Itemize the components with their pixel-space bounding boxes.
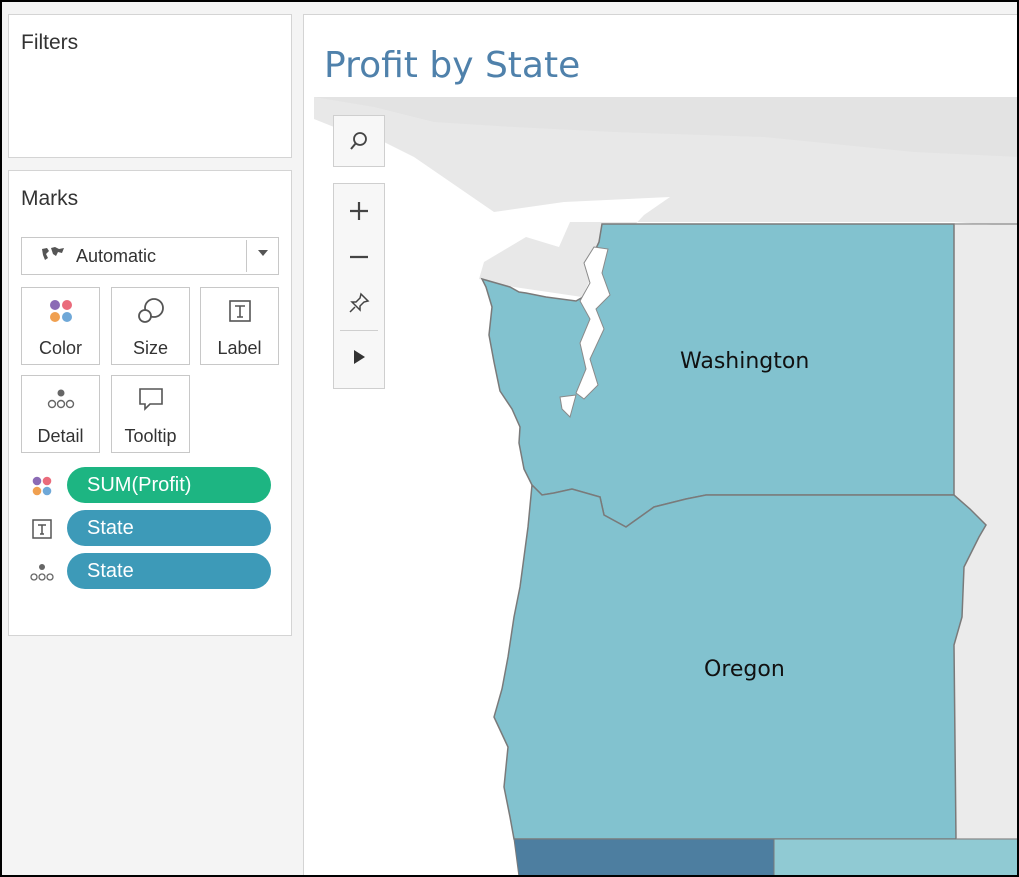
marks-card: Marks Automatic Color Size Label Detail …	[8, 170, 292, 636]
mark-type-value: Automatic	[76, 246, 157, 266]
left-panel: Filters Marks Automatic Color Size Label…	[2, 2, 298, 875]
california-state	[513, 838, 775, 875]
nevada-state	[773, 838, 1017, 875]
map-mark-icon	[40, 246, 66, 266]
oregon-label: Oregon	[704, 657, 785, 682]
filters-shelf[interactable]: Filters	[8, 14, 292, 158]
state-label-pill[interactable]: State	[67, 510, 271, 546]
search-icon[interactable]	[334, 120, 384, 162]
tooltip-icon	[112, 386, 189, 412]
label-button[interactable]: Label	[200, 287, 279, 365]
page-title: Profit by State	[324, 45, 581, 86]
marks-title: Marks	[21, 187, 79, 210]
label-button-label: Label	[217, 338, 262, 358]
dropdown-divider	[246, 240, 247, 272]
map-view[interactable]: Washington Oregon	[314, 97, 1017, 875]
detail-icon	[29, 559, 55, 585]
size-button[interactable]: Size	[111, 287, 190, 365]
window-frame: Filters Marks Automatic Color Size Label…	[0, 0, 1019, 877]
map-canvas	[314, 97, 1017, 875]
size-icon	[112, 298, 189, 324]
color-button[interactable]: Color	[21, 287, 100, 365]
filters-title: Filters	[21, 31, 79, 54]
pill-row-label: State	[29, 510, 279, 548]
washington-label: Washington	[680, 349, 810, 374]
map-controls-toolbar	[333, 183, 385, 389]
detail-icon	[22, 386, 99, 412]
mark-type-dropdown[interactable]: Automatic	[21, 237, 279, 275]
zoom-in-icon[interactable]	[334, 190, 384, 232]
label-icon	[29, 516, 55, 542]
label-icon	[201, 298, 278, 324]
color-dots-icon	[22, 298, 99, 324]
sum-profit-pill[interactable]: SUM(Profit)	[67, 467, 271, 503]
detail-button-label: Detail	[37, 426, 84, 446]
toolbar-divider	[340, 330, 378, 331]
color-dots-icon	[29, 473, 55, 499]
detail-button[interactable]: Detail	[21, 375, 100, 453]
chevron-down-icon[interactable]	[256, 245, 270, 264]
size-button-label: Size	[132, 338, 168, 358]
tooltip-button[interactable]: Tooltip	[111, 375, 190, 453]
pill-row-detail: State	[29, 553, 279, 591]
tooltip-button-label: Tooltip	[124, 426, 177, 446]
color-button-label: Color	[38, 338, 82, 358]
view-area: Profit by State Washington Oregon	[303, 14, 1017, 875]
pill-row-color: SUM(Profit)	[29, 467, 279, 505]
state-detail-pill[interactable]: State	[67, 553, 271, 589]
map-search-toolbar	[333, 115, 385, 167]
zoom-out-icon[interactable]	[334, 236, 384, 278]
expand-arrow-icon[interactable]	[334, 336, 384, 378]
pin-icon[interactable]	[334, 282, 384, 324]
